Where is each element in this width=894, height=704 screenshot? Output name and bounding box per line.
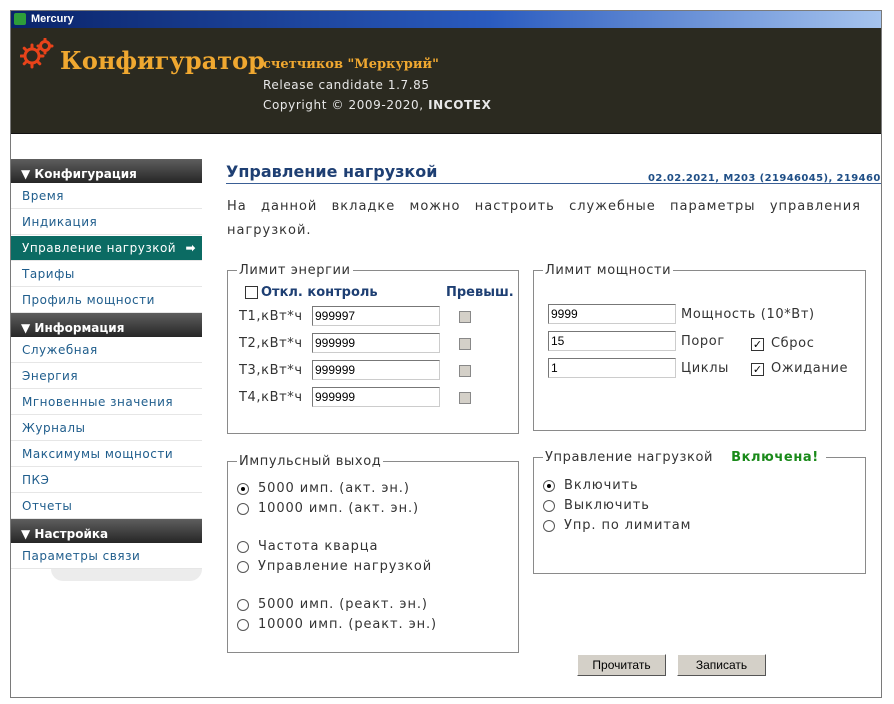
pulse-5000-reactive-label: 5000 имп. (реакт. эн.)	[258, 597, 428, 612]
t2-label: T2,кВт*ч	[239, 336, 303, 351]
energy-limit-legend: Лимит энергии	[239, 263, 351, 278]
title-divider	[226, 183, 881, 184]
sidebar: ▼ Конфигурация Время Индикация Управлени…	[11, 159, 202, 581]
load-control-legend-text: Управление нагрузкой	[545, 450, 714, 465]
copyright-text: Copyright © 2009-2020, INCOTEX	[263, 98, 491, 112]
window-title: Mercury	[31, 13, 74, 25]
app-header: Конфигуратор счетчиков "Меркурий" Releas…	[11, 28, 881, 134]
sidebar-item-indication[interactable]: Индикация	[11, 210, 202, 235]
load-by-limits-radio[interactable]	[543, 520, 555, 532]
cycles-label: Циклы	[681, 361, 729, 376]
pulse-load-control-radio[interactable]	[237, 561, 249, 573]
pulse-quartz-radio[interactable]	[237, 541, 249, 553]
t1-label: T1,кВт*ч	[239, 309, 303, 324]
load-control-legend: Управление нагрузкой Включена!	[543, 450, 826, 465]
disable-control-checkbox[interactable]	[245, 286, 258, 299]
t3-exceeded-indicator	[459, 365, 471, 377]
t4-label: T4,кВт*ч	[239, 390, 303, 405]
sidebar-item-reports[interactable]: Отчеты	[11, 494, 202, 519]
arrow-right-icon: ➡	[185, 241, 196, 255]
page-title: Управление нагрузкой	[226, 162, 438, 181]
load-on-radio[interactable]	[543, 480, 555, 492]
t1-input[interactable]	[312, 306, 440, 326]
t3-input[interactable]	[312, 360, 440, 380]
sidebar-item-power-profile[interactable]: Профиль мощности	[11, 288, 202, 313]
app-icon	[14, 13, 26, 25]
sidebar-item-tariffs[interactable]: Тарифы	[11, 262, 202, 287]
load-control-status: Включена!	[731, 450, 819, 465]
t4-input[interactable]	[312, 387, 440, 407]
t2-input[interactable]	[312, 333, 440, 353]
pulse-10000-reactive-radio[interactable]	[237, 619, 249, 631]
reset-checkbox[interactable]: ✓	[751, 338, 764, 351]
load-by-limits-label: Упр. по лимитам	[564, 518, 692, 533]
write-button[interactable]: Записать	[677, 654, 766, 676]
page-description: На данной вкладке можно настроить служеб…	[227, 199, 861, 238]
copyright-prefix: Copyright © 2009-2020,	[263, 98, 429, 112]
copyright-company: INCOTEX	[428, 98, 492, 112]
read-button[interactable]: Прочитать	[577, 654, 666, 676]
pulse-quartz-label: Частота кварца	[258, 539, 379, 554]
release-text: Release candidate 1.7.85	[263, 78, 430, 92]
sidebar-footer	[51, 569, 202, 581]
pulse-5000-active-radio[interactable]	[237, 483, 249, 495]
brand-subtitle: счетчиков "Меркурий"	[263, 57, 439, 72]
t3-label: T3,кВт*ч	[239, 363, 303, 378]
t4-exceeded-indicator	[459, 392, 471, 404]
cycles-input[interactable]	[548, 358, 676, 378]
sidebar-item-instant-values[interactable]: Мгновенные значения	[11, 390, 202, 415]
pulse-output-legend: Импульсный выход	[239, 454, 382, 469]
pulse-10000-reactive-label: 10000 имп. (реакт. эн.)	[258, 617, 438, 632]
power-label: Мощность (10*Вт)	[681, 307, 815, 322]
wait-checkbox[interactable]: ✓	[751, 363, 764, 376]
pulse-10000-active-label: 10000 имп. (акт. эн.)	[258, 501, 419, 516]
pulse-10000-active-radio[interactable]	[237, 503, 249, 515]
sidebar-section-config[interactable]: ▼ Конфигурация	[11, 159, 202, 183]
power-limit-legend: Лимит мощности	[545, 263, 672, 278]
sidebar-item-pke[interactable]: ПКЭ	[11, 468, 202, 493]
t2-exceeded-indicator	[459, 338, 471, 350]
sidebar-item-power-maximums[interactable]: Максимумы мощности	[11, 442, 202, 467]
power-input[interactable]	[548, 304, 676, 324]
pulse-load-control-label: Управление нагрузкой	[258, 559, 433, 574]
sidebar-item-journals[interactable]: Журналы	[11, 416, 202, 441]
gear-icon	[20, 38, 54, 69]
app-window: Mercury Конфигуратор счетчиков "Меркурий…	[10, 10, 882, 698]
sidebar-item-load-control[interactable]: Управление нагрузкой ➡	[11, 236, 202, 261]
brand-title: Конфигуратор	[60, 46, 265, 75]
sidebar-section-settings[interactable]: ▼ Настройка	[11, 519, 202, 543]
wait-label: Ожидание	[771, 361, 849, 376]
t1-exceeded-indicator	[459, 311, 471, 323]
pulse-5000-reactive-radio[interactable]	[237, 599, 249, 611]
sidebar-item-service[interactable]: Служебная	[11, 338, 202, 363]
threshold-input[interactable]	[548, 331, 676, 351]
load-off-radio[interactable]	[543, 500, 555, 512]
pulse-5000-active-label: 5000 имп. (акт. эн.)	[258, 481, 410, 496]
title-bar: Mercury	[11, 11, 881, 28]
sidebar-item-energy[interactable]: Энергия	[11, 364, 202, 389]
load-on-label: Включить	[564, 478, 639, 493]
exceeded-header: Превыш.	[446, 285, 514, 300]
load-off-label: Выключить	[564, 498, 650, 513]
sidebar-item-label: Управление нагрузкой	[22, 241, 177, 255]
threshold-label: Порог	[681, 334, 725, 349]
sidebar-item-connection-params[interactable]: Параметры связи	[11, 544, 202, 569]
reset-label: Сброс	[771, 336, 815, 351]
sidebar-item-time[interactable]: Время	[11, 184, 202, 209]
disable-control-label: Откл. контроль	[261, 285, 378, 300]
sidebar-section-info[interactable]: ▼ Информация	[11, 313, 202, 337]
